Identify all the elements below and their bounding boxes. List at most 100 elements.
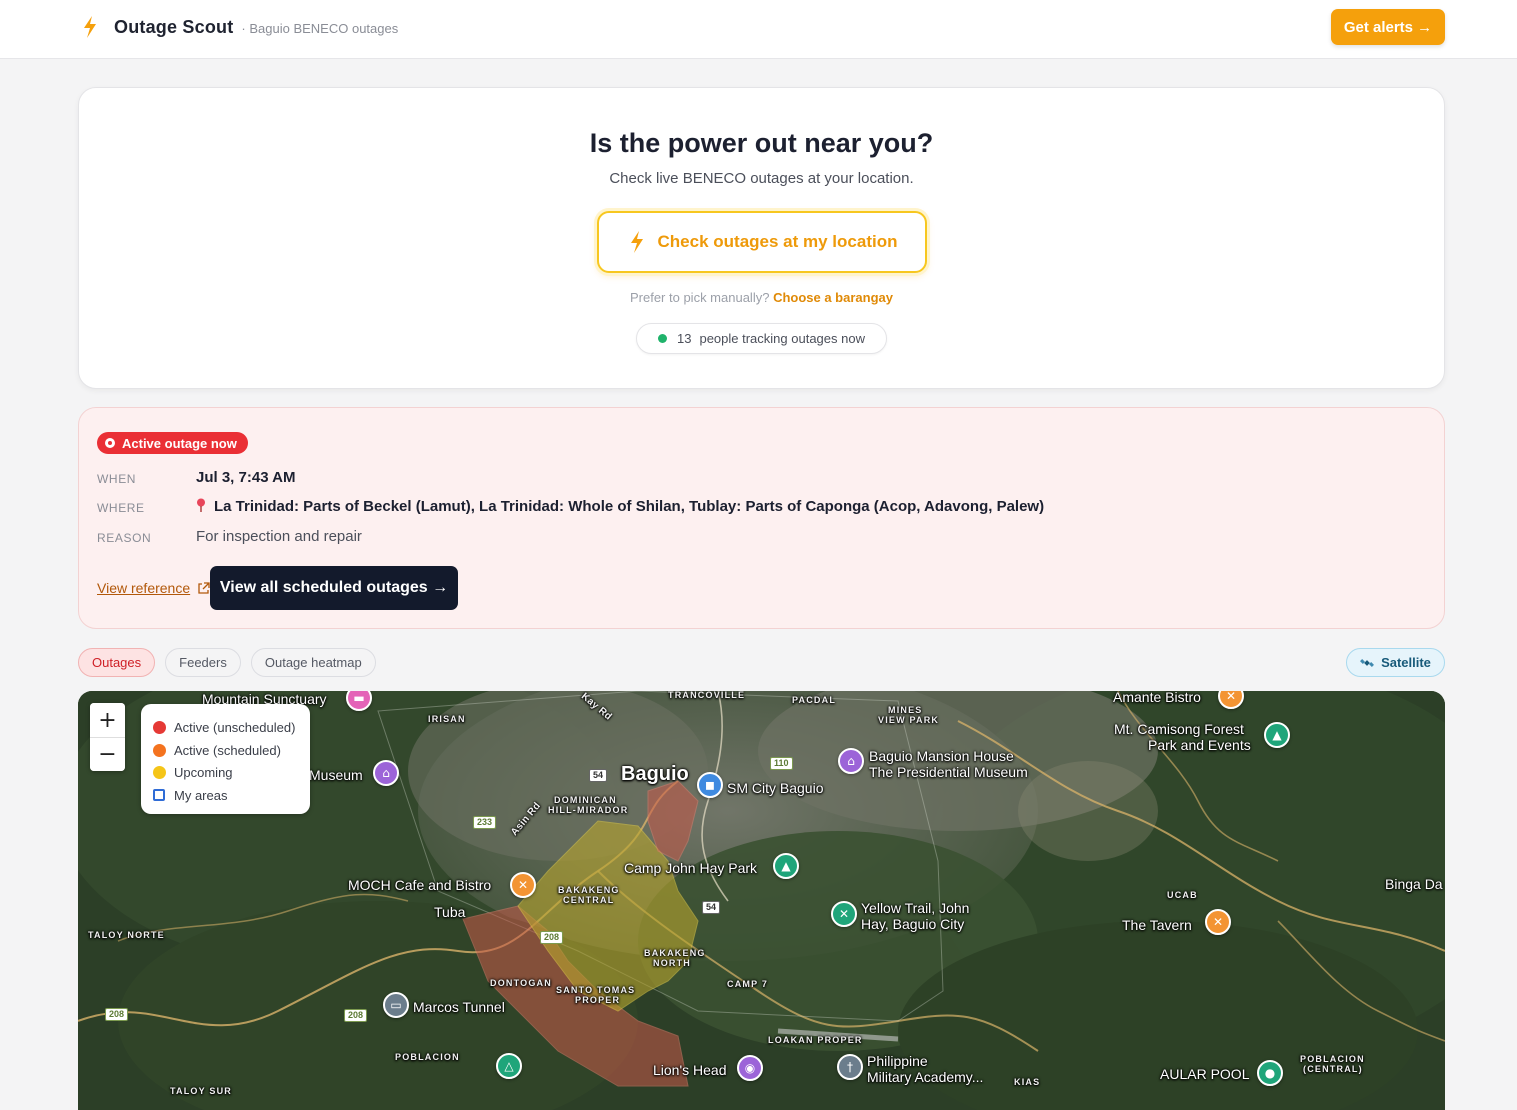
park-marker-icon-john-hay[interactable]: ▲ [773, 853, 799, 879]
place-sm-city: SM City Baguio [727, 780, 824, 796]
view-reference-label: View reference [97, 580, 191, 596]
area-bakakeng-n2: NORTH [653, 958, 691, 968]
active-outage-card: Active outage now WHEN Jul 3, 7:43 AM WH… [78, 407, 1445, 629]
area-kias: KIAS [1014, 1077, 1041, 1087]
area-taloy-norte: TALOY NORTE [88, 930, 165, 940]
legend-item-my-areas: My areas [153, 784, 310, 807]
view-reference-link[interactable]: View reference [97, 580, 210, 596]
reason-label: REASON [97, 531, 152, 545]
area-bakakeng-c2: CENTRAL [563, 895, 615, 905]
area-camp7: CAMP 7 [727, 979, 769, 989]
view-all-outages-button[interactable]: View all scheduled outages → [210, 566, 458, 610]
when-label: WHEN [97, 472, 137, 486]
area-irisan: IRISAN [428, 714, 466, 724]
mansion-marker-icon[interactable]: ⌂ [838, 748, 864, 774]
road-shield-208-b: 208 [344, 1009, 368, 1022]
hero-card: Is the power out near you? Check live BE… [78, 87, 1445, 389]
zoom-in-button[interactable]: + [90, 703, 125, 737]
tab-feeders[interactable]: Feeders [165, 648, 241, 677]
tracking-pill: 13 people tracking outages now [636, 323, 887, 354]
record-icon [105, 438, 115, 448]
area-santo-tomas-2: PROPER [575, 995, 621, 1005]
place-lions-head: Lion's Head [653, 1062, 727, 1078]
manual-prefix: Prefer to pick manually? [629, 290, 770, 305]
map-legend: Active (unscheduled) Active (scheduled) … [141, 704, 310, 814]
tab-outage-heatmap[interactable]: Outage heatmap [250, 648, 376, 677]
tunnel-marker-icon[interactable]: ▭ [383, 992, 409, 1018]
cafe-marker-icon[interactable]: ✕ [510, 872, 536, 898]
get-alerts-button[interactable]: Get alerts → [1331, 9, 1445, 45]
area-mines-view-2: VIEW PARK [878, 715, 940, 725]
hero-subtitle: Check live BENECO outages at your locati… [609, 170, 914, 187]
road-shield-54-b: 54 [702, 901, 721, 914]
map-tabs: Outages Feeders Outage heatmap [78, 648, 386, 677]
satellite-icon [1360, 658, 1375, 667]
legend-item-active-unscheduled: Active (unscheduled) [153, 716, 310, 739]
brand[interactable]: Outage Scout · Baguio BENECO outages [82, 16, 398, 38]
area-ucab: UCAB [1167, 890, 1198, 900]
park-marker-icon[interactable]: ▲ [1264, 722, 1290, 748]
area-loakan: LOAKAN PROPER [768, 1035, 863, 1045]
outage-map[interactable]: Mountain Sunctuary Museum Baguio SM City… [78, 691, 1445, 1110]
when-value: Jul 3, 7:43 AM [196, 469, 296, 486]
legend-label: My areas [174, 787, 228, 803]
tavern-marker-icon[interactable]: ✕ [1205, 909, 1231, 935]
bolt-icon [630, 231, 643, 253]
tab-outages[interactable]: Outages [78, 648, 156, 677]
brand-subtitle: · Baguio BENECO outages [241, 21, 399, 36]
choose-barangay-link[interactable]: Choose a barangay [773, 290, 893, 305]
place-museum: Museum [309, 767, 363, 783]
camp-marker-icon[interactable]: △ [496, 1053, 522, 1079]
area-bakakeng-c1: BAKAKENG [558, 885, 620, 895]
museum-marker-icon[interactable]: ⌂ [373, 760, 399, 786]
zoom-control: + − [90, 703, 125, 771]
pool-marker-icon[interactable]: ● [1257, 1060, 1283, 1086]
satellite-toggle-button[interactable]: Satellite [1346, 648, 1445, 677]
blue-square-icon [153, 789, 165, 802]
tracking-count: 13 [677, 331, 692, 346]
area-bakakeng-n1: BAKAKENG [644, 948, 706, 958]
area-taloy-sur: TALOY SUR [170, 1086, 232, 1096]
area-trancoville: TRANCOVILLE [668, 691, 746, 700]
external-link-icon [198, 581, 210, 594]
place-presidential: The Presidential Museum [869, 764, 1028, 780]
badge-label: Active outage now [122, 435, 237, 451]
area-santo-tomas-1: SANTO TOMAS [556, 985, 636, 995]
place-yellow-trail-2: Hay, Baguio City [861, 916, 965, 932]
brand-name: Outage Scout [114, 16, 234, 37]
where-value: La Trinidad: Parts of Beckel (Lamut), La… [196, 498, 1044, 515]
zoom-out-button[interactable]: − [90, 737, 125, 771]
where-text: La Trinidad: Parts of Beckel (Lamut), La… [214, 498, 1045, 515]
place-moch: MOCH Cafe and Bistro [348, 877, 492, 893]
academy-marker-icon[interactable]: † [837, 1054, 863, 1080]
manual-pick: Prefer to pick manually? Choose a barang… [79, 290, 1444, 305]
place-tavern: The Tavern [1122, 917, 1192, 933]
legend-item-upcoming: Upcoming [153, 761, 310, 784]
orange-dot-icon [153, 743, 166, 757]
tracking-text: people tracking outages now [699, 331, 865, 346]
trail-marker-icon[interactable]: ✕ [831, 901, 857, 927]
satellite-label: Satellite [1381, 655, 1431, 670]
place-marcos-tunnel: Marcos Tunnel [413, 999, 505, 1015]
area-dominican-2: HILL-MIRADOR [548, 805, 629, 815]
hero-title: Is the power out near you? [589, 128, 934, 158]
place-mt-camisong-2: Park and Events [1148, 737, 1251, 753]
where-label: WHERE [97, 501, 145, 515]
road-shield-110: 110 [770, 757, 793, 770]
area-poblacion-central-1: POBLACION [1300, 1054, 1365, 1064]
landmark-marker-icon[interactable]: ◉ [737, 1055, 763, 1081]
area-poblacion: POBLACION [395, 1052, 460, 1062]
bolt-icon [84, 16, 96, 38]
area-pacdal: PACDAL [792, 695, 837, 705]
road-shield-233: 233 [473, 816, 497, 829]
check-location-button[interactable]: Check outages at my location [597, 211, 927, 273]
legend-label: Upcoming [174, 765, 233, 781]
shopping-marker-icon[interactable]: ◼ [697, 772, 723, 798]
status-badge: Active outage now [97, 432, 248, 454]
legend-label: Active (scheduled) [174, 742, 281, 758]
place-pma-1: Philippine [867, 1053, 928, 1069]
map-pin-icon [197, 498, 205, 512]
place-camp-john-hay: Camp John Hay Park [624, 860, 758, 876]
place-aular-pool: AULAR POOL [1160, 1066, 1250, 1082]
area-dontogan: DONTOGAN [490, 978, 552, 988]
